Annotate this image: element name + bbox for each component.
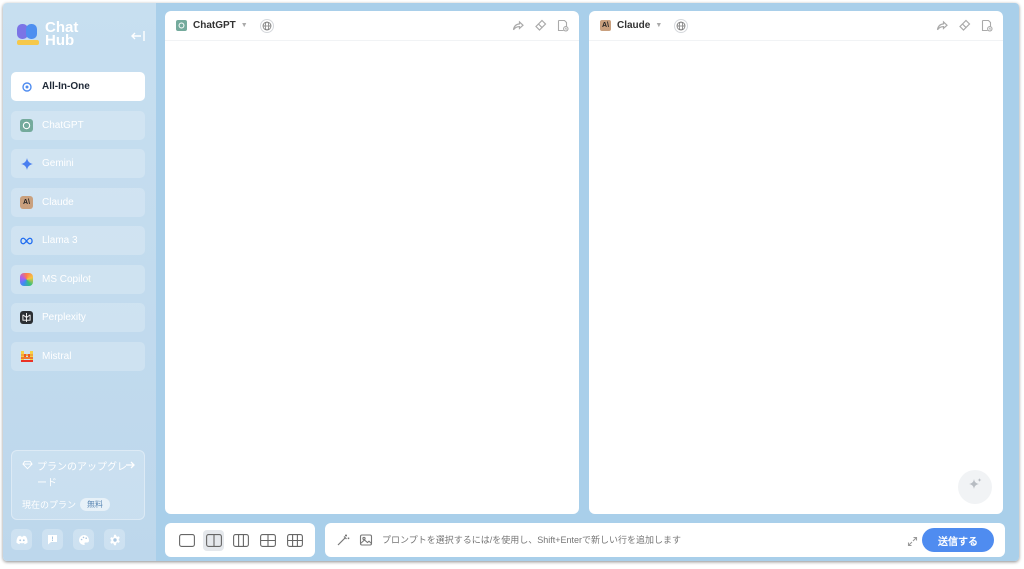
- sidebar-item-label: Llama 3: [42, 235, 78, 246]
- theme-palette-icon[interactable]: [73, 529, 94, 550]
- sparkle-icon: [968, 477, 983, 497]
- layout-switcher: [165, 523, 315, 557]
- magic-wand-icon[interactable]: [336, 533, 350, 547]
- sidebar-item-chatgpt[interactable]: ChatGPT: [11, 110, 145, 140]
- layout-six-grid-button[interactable]: [284, 530, 305, 551]
- sidebar-item-label: Perplexity: [42, 312, 86, 323]
- history-icon[interactable]: [980, 19, 993, 32]
- expand-icon[interactable]: [907, 534, 918, 547]
- sidebar-item-label: ChatGPT: [42, 119, 84, 131]
- chatgpt-icon: [176, 20, 187, 31]
- app-logo[interactable]: Chat Hub: [17, 20, 78, 49]
- sidebar: Chat Hub All-In-One ChatGPT Gemini A\ Cl…: [3, 3, 156, 561]
- sidebar-item-all-in-one[interactable]: All-In-One: [11, 72, 145, 101]
- sidebar-item-gemini[interactable]: Gemini: [11, 149, 145, 178]
- panel-header: ChatGPT ▼: [165, 11, 579, 41]
- claude-icon: A\: [600, 20, 611, 31]
- sidebar-item-ms-copilot[interactable]: MS Copilot: [11, 264, 145, 294]
- sidebar-item-mistral[interactable]: Mistral: [11, 341, 145, 371]
- sidebar-item-label: Gemini: [42, 158, 74, 169]
- sidebar-item-perplexity[interactable]: Perplexity: [11, 303, 145, 332]
- sidebar-footer: [11, 529, 135, 550]
- share-icon[interactable]: [512, 19, 525, 32]
- bot-nav: All-In-One ChatGPT Gemini A\ Claude Llam…: [11, 72, 145, 380]
- share-icon[interactable]: [936, 19, 949, 32]
- main-area: ChatGPT ▼ A\ Claude ▼ プロンプトを選択するには/を使用し、…: [156, 3, 1019, 561]
- send-button[interactable]: 送信する: [922, 528, 994, 552]
- history-icon[interactable]: [556, 19, 569, 32]
- chevron-down-icon[interactable]: ▼: [655, 22, 662, 29]
- app-window: Chat Hub All-In-One ChatGPT Gemini A\ Cl…: [3, 3, 1019, 561]
- sidebar-item-label: All-In-One: [42, 81, 90, 92]
- ai-sparkle-button[interactable]: [958, 470, 992, 504]
- layout-three-columns-button[interactable]: [230, 530, 251, 551]
- arrow-right-icon: [125, 460, 135, 473]
- current-plan-label: 現在のプラン: [22, 500, 77, 510]
- chat-panel-right: A\ Claude ▼: [589, 11, 1003, 514]
- meta-infinity-icon: [20, 234, 33, 247]
- web-access-globe-icon[interactable]: [674, 18, 689, 33]
- feedback-icon[interactable]: [42, 529, 63, 550]
- prompt-bar: 送信する: [325, 523, 1005, 557]
- collapse-sidebar-icon[interactable]: [130, 28, 146, 44]
- upgrade-title: プランのアップグレード: [37, 462, 127, 489]
- logo-text-hub: Hub: [45, 32, 75, 49]
- clear-conversation-icon[interactable]: [958, 19, 971, 32]
- bot-selector[interactable]: ChatGPT: [193, 20, 236, 31]
- sidebar-item-label: Claude: [42, 196, 74, 208]
- plan-badge: 無料: [80, 498, 111, 511]
- sidebar-item-claude[interactable]: A\ Claude: [11, 187, 145, 217]
- image-upload-icon[interactable]: [359, 533, 373, 547]
- chatgpt-icon: [20, 118, 33, 132]
- layout-single-button[interactable]: [176, 530, 197, 551]
- bot-selector[interactable]: Claude: [617, 20, 650, 31]
- claude-icon: A\: [20, 195, 33, 209]
- sidebar-item-label: Mistral: [42, 350, 72, 362]
- upgrade-plan-card[interactable]: プランのアップグレード 現在のプラン 無料: [11, 450, 145, 520]
- layout-four-grid-button[interactable]: [257, 530, 278, 551]
- sidebar-item-label: MS Copilot: [42, 273, 91, 285]
- diamond-icon: [22, 460, 33, 492]
- discord-icon[interactable]: [11, 529, 32, 550]
- logo-mark-icon: [17, 22, 41, 46]
- sidebar-item-llama-3[interactable]: Llama 3: [11, 226, 145, 255]
- settings-icon[interactable]: [104, 529, 125, 550]
- web-access-globe-icon[interactable]: [259, 18, 274, 33]
- perplexity-icon: [20, 311, 33, 324]
- clear-conversation-icon[interactable]: [534, 19, 547, 32]
- chevron-down-icon[interactable]: ▼: [241, 22, 248, 29]
- gemini-sparkle-icon: [20, 157, 33, 170]
- copilot-icon: [20, 272, 33, 286]
- chat-panel-left: ChatGPT ▼: [165, 11, 579, 514]
- panel-header: A\ Claude ▼: [589, 11, 1003, 41]
- prompt-input[interactable]: [382, 535, 882, 545]
- layout-two-columns-button[interactable]: [203, 529, 224, 551]
- gear-icon: [20, 80, 33, 93]
- mistral-icon: [20, 350, 33, 363]
